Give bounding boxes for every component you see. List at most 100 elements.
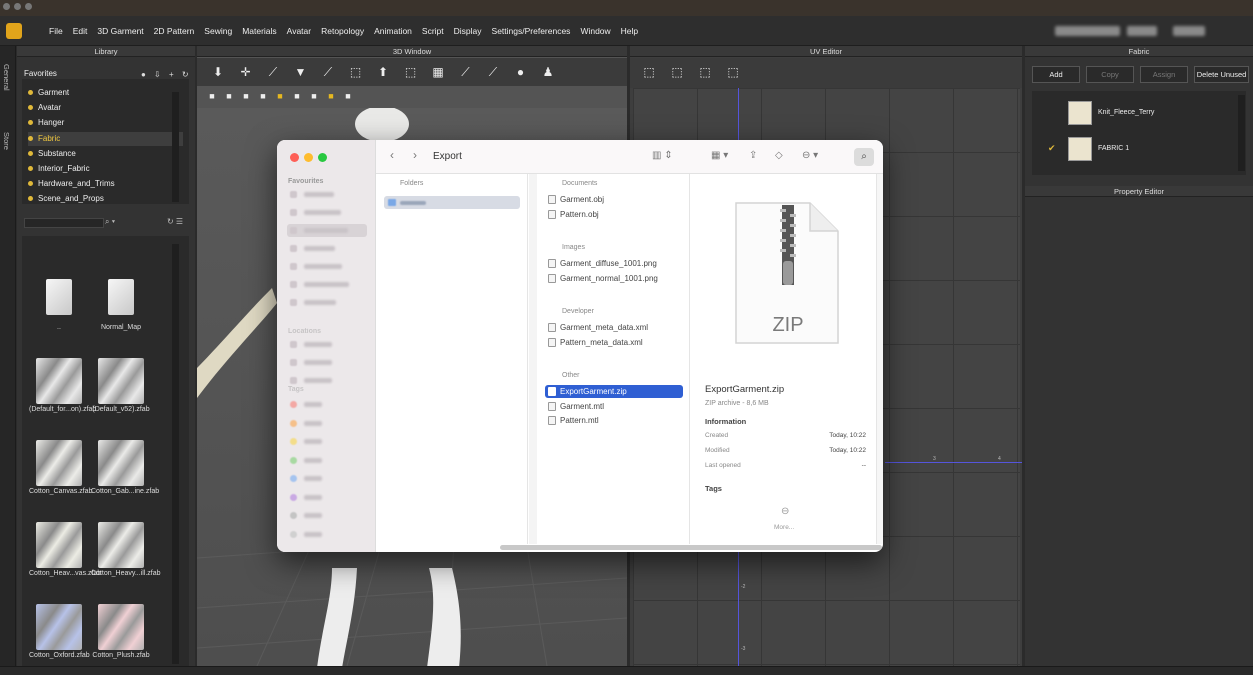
uv-tool-icon[interactable]: ⬚ xyxy=(698,65,712,79)
tree-item-hardware-and-trims[interactable]: Hardware_and_Trims xyxy=(28,177,183,191)
3d-tool-icon[interactable]: ⟋ xyxy=(486,65,500,79)
minimize-window-dot[interactable] xyxy=(14,3,21,10)
sidebar-tag-item[interactable] xyxy=(287,417,367,430)
side-tab-store[interactable]: Store xyxy=(2,132,11,150)
tree-item-substance[interactable]: Substance xyxy=(28,147,183,161)
sidebar-tag-item[interactable] xyxy=(287,435,367,448)
tree-scrollbar[interactable] xyxy=(172,92,179,202)
view-options-icon[interactable]: ↻ ☰ xyxy=(167,217,183,226)
library-actions-icons[interactable]: ● ⇩ + ↻ xyxy=(141,70,192,79)
3d-tool-icon[interactable]: ⬆ xyxy=(376,65,390,79)
minimize-dot[interactable] xyxy=(304,153,313,162)
3d-tool-icon[interactable]: ▼ xyxy=(294,65,308,79)
assign-fabric-button[interactable]: Assign xyxy=(1140,66,1188,83)
file-row[interactable]: Pattern.mtl xyxy=(545,414,683,427)
sidebar-tag-item[interactable] xyxy=(287,509,367,522)
file-row[interactable]: Garment_meta_data.xml xyxy=(545,321,683,334)
fabric-list-item[interactable]: Knit_Fleece_Terry xyxy=(1032,99,1232,129)
3d-tool-icon[interactable]: ▦ xyxy=(431,65,445,79)
menu-2d-pattern[interactable]: 2D Pattern xyxy=(149,26,200,36)
group-icon[interactable]: ▦ ▾ xyxy=(711,150,728,161)
menu-window[interactable]: Window xyxy=(575,26,615,36)
finder-horizontal-scrollbar[interactable] xyxy=(500,545,882,550)
folder-item-selected[interactable] xyxy=(384,196,520,209)
library-search-input[interactable] xyxy=(24,218,104,228)
tree-item-interior-fabric[interactable]: Interior_Fabric xyxy=(28,162,183,176)
sidebar-location-item[interactable] xyxy=(287,374,367,387)
sidebar-location-item[interactable] xyxy=(287,338,367,351)
sidebar-tag-item[interactable] xyxy=(287,454,367,467)
3d-tool-icon[interactable]: ⟋ xyxy=(459,65,473,79)
user-account-area[interactable] xyxy=(1055,26,1205,36)
copy-fabric-button[interactable]: Copy xyxy=(1086,66,1134,83)
display-mode-icon[interactable]: ■ xyxy=(290,89,304,103)
column-view-icon[interactable]: ▥ ⇕ xyxy=(652,150,673,161)
uv-tool-icon[interactable]: ⬚ xyxy=(670,65,684,79)
menu-avatar[interactable]: Avatar xyxy=(282,26,316,36)
display-mode-icon[interactable]: ■ xyxy=(307,89,321,103)
zoom-window-dot[interactable] xyxy=(25,3,32,10)
tree-item-fabric[interactable]: Fabric xyxy=(28,131,183,146)
menu-file[interactable]: File xyxy=(44,26,68,36)
app-logo-icon[interactable] xyxy=(6,23,22,39)
more-link[interactable]: More... xyxy=(774,524,794,531)
close-dot[interactable] xyxy=(290,153,299,162)
sidebar-favourite-item[interactable] xyxy=(287,260,367,273)
sidebar-favourite-item[interactable] xyxy=(287,242,367,255)
file-row[interactable]: Garment_diffuse_1001.png xyxy=(545,257,683,270)
tree-item-hanger[interactable]: Hanger xyxy=(28,116,183,130)
add-fabric-button[interactable]: Add xyxy=(1032,66,1080,83)
sidebar-favourite-item[interactable] xyxy=(287,224,367,237)
grid-scrollbar[interactable] xyxy=(172,244,179,664)
fabric-list-scrollbar[interactable] xyxy=(1238,95,1245,171)
3d-tool-icon[interactable]: ⬚ xyxy=(349,65,363,79)
display-mode-icon[interactable]: ■ xyxy=(239,89,253,103)
display-mode-icon[interactable]: ■ xyxy=(324,89,338,103)
sidebar-tag-item[interactable] xyxy=(287,528,367,541)
menu-edit[interactable]: Edit xyxy=(68,26,93,36)
display-mode-icon[interactable]: ■ xyxy=(205,89,219,103)
menu-help[interactable]: Help xyxy=(616,26,643,36)
menu-materials[interactable]: Materials xyxy=(237,26,281,36)
display-mode-icon[interactable]: ■ xyxy=(341,89,355,103)
tag-icon[interactable]: ◇ xyxy=(775,150,783,161)
zoom-dot[interactable] xyxy=(318,153,327,162)
3d-tool-icon[interactable]: ● xyxy=(514,65,528,79)
3d-tool-icon[interactable]: ⟋ xyxy=(266,65,280,79)
sidebar-favourite-item[interactable] xyxy=(287,296,367,309)
forward-icon[interactable]: › xyxy=(413,148,417,162)
more-actions-icon[interactable]: ⊖ ▾ xyxy=(802,150,818,161)
column-divider[interactable] xyxy=(529,174,537,544)
uv-tool-icon[interactable]: ⬚ xyxy=(642,65,656,79)
3d-tool-icon[interactable]: ⬇ xyxy=(211,65,225,79)
display-mode-icon[interactable]: ■ xyxy=(256,89,270,103)
sidebar-tag-item[interactable] xyxy=(287,472,367,485)
menu-retopology[interactable]: Retopology xyxy=(316,26,369,36)
3d-tool-icon[interactable]: ♟ xyxy=(541,65,555,79)
close-window-dot[interactable] xyxy=(3,3,10,10)
uv-tool-icon[interactable]: ⬚ xyxy=(726,65,740,79)
3d-tool-icon[interactable]: ⟋ xyxy=(321,65,335,79)
menu-3d-garment[interactable]: 3D Garment xyxy=(92,26,148,36)
sidebar-tag-item[interactable] xyxy=(287,398,367,411)
tree-item-avatar[interactable]: Avatar xyxy=(28,101,183,115)
menu-animation[interactable]: Animation xyxy=(369,26,417,36)
delete-unused-button[interactable]: Delete Unused xyxy=(1194,66,1249,83)
side-tab-general[interactable]: General xyxy=(2,64,11,91)
share-icon[interactable]: ⇪ xyxy=(749,150,757,161)
menu-settings-preferences[interactable]: Settings/Preferences xyxy=(487,26,576,36)
display-mode-icon[interactable]: ■ xyxy=(222,89,236,103)
sidebar-favourite-item[interactable] xyxy=(287,206,367,219)
sidebar-tag-item[interactable] xyxy=(287,491,367,504)
sidebar-favourite-item[interactable] xyxy=(287,188,367,201)
menu-sewing[interactable]: Sewing xyxy=(199,26,237,36)
more-icon[interactable]: ⊖ xyxy=(781,506,789,517)
preview-scrollbar[interactable] xyxy=(876,174,883,544)
sidebar-favourite-item[interactable] xyxy=(287,278,367,291)
fabric-list-item[interactable]: ✔ FABRIC 1 xyxy=(1032,135,1232,165)
display-mode-icon[interactable]: ■ xyxy=(273,89,287,103)
file-row[interactable]: Garment.mtl xyxy=(545,400,683,413)
sidebar-location-item[interactable] xyxy=(287,356,367,369)
file-row[interactable]: Garment_normal_1001.png xyxy=(545,272,683,285)
search-icon[interactable]: ⌕ xyxy=(854,148,874,166)
